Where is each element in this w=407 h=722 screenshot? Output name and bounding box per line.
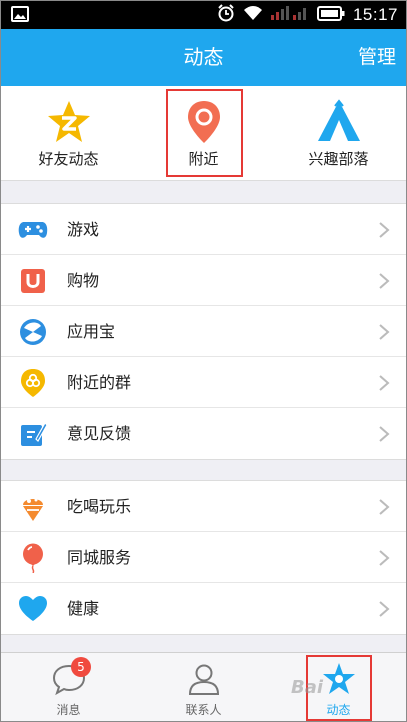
menu-group-2: 吃喝玩乐 同城服务 健康 — [1, 480, 406, 635]
chevron-right-icon — [378, 498, 390, 516]
list-item-shopping[interactable]: 购物 — [1, 255, 406, 306]
status-time: 15:17 — [352, 5, 398, 24]
list-item-feedback[interactable]: 意见反馈 — [1, 408, 406, 459]
chevron-right-icon — [378, 272, 390, 290]
list-item-label: 购物 — [67, 271, 100, 290]
list-item-game[interactable]: 游戏 — [1, 204, 406, 255]
tab-label: 联系人 — [185, 703, 222, 717]
battery-icon — [316, 5, 345, 25]
chevron-right-icon — [378, 323, 390, 341]
page-title: 动态 — [183, 45, 224, 69]
image-icon — [11, 6, 29, 26]
tab-contacts[interactable]: 联系人 — [136, 653, 271, 721]
alarm-icon — [217, 4, 235, 26]
ice-cream-icon — [18, 492, 48, 522]
qzone-star-icon — [45, 98, 93, 146]
feedback-icon — [18, 419, 48, 449]
status-bar: 15:17 — [1, 1, 406, 29]
chevron-right-icon — [378, 221, 390, 239]
list-item-label: 应用宝 — [67, 322, 116, 341]
shortcut-friends-feed[interactable]: 好友动态 — [1, 86, 136, 181]
list-item-label: 游戏 — [67, 220, 100, 239]
list-item-city-service[interactable]: 同城服务 — [1, 532, 406, 583]
gamepad-icon — [18, 215, 48, 245]
list-item-health[interactable]: 健康 — [1, 583, 406, 634]
chevron-right-icon — [378, 374, 390, 392]
app-frame: 15:17 动态 管理 好友动态 附近 兴趣部落 游戏 购物 应用宝 附近的群 … — [0, 0, 407, 722]
shortcut-interest-tribe[interactable]: 兴趣部落 — [271, 86, 406, 181]
shortcut-label: 好友动态 — [38, 150, 99, 168]
manage-button[interactable]: 管理 — [358, 29, 396, 86]
list-item-food-fun[interactable]: 吃喝玩乐 — [1, 481, 406, 532]
list-item-label: 吃喝玩乐 — [67, 497, 132, 516]
chevron-right-icon — [378, 425, 390, 443]
watermark: Bai — [291, 677, 324, 698]
balloon-icon — [18, 543, 48, 574]
chevron-right-icon — [378, 600, 390, 618]
menu-group-1: 游戏 购物 应用宝 附近的群 意见反馈 — [1, 203, 406, 460]
tab-messages[interactable]: 5 消息 — [1, 653, 136, 721]
nav-bar: 动态 管理 — [1, 29, 406, 86]
signal-icon — [270, 5, 309, 25]
wifi-icon — [243, 5, 263, 25]
list-item-label: 附近的群 — [67, 373, 132, 392]
list-item-label: 健康 — [67, 599, 100, 618]
app-store-icon — [18, 317, 48, 347]
nearby-group-icon — [18, 368, 48, 398]
list-item-app-store[interactable]: 应用宝 — [1, 306, 406, 357]
tab-label: 消息 — [56, 703, 81, 717]
shortcut-label: 兴趣部落 — [308, 150, 369, 168]
tent-icon — [315, 98, 363, 146]
shopping-bag-icon — [18, 266, 48, 296]
person-icon — [186, 661, 222, 697]
list-item-label: 意见反馈 — [67, 424, 132, 443]
list-item-label: 同城服务 — [67, 548, 132, 567]
unread-badge: 5 — [71, 657, 91, 677]
heart-icon — [18, 594, 48, 624]
highlight-box-nearby — [166, 89, 243, 177]
list-item-nearby-groups[interactable]: 附近的群 — [1, 357, 406, 408]
chevron-right-icon — [378, 549, 390, 567]
